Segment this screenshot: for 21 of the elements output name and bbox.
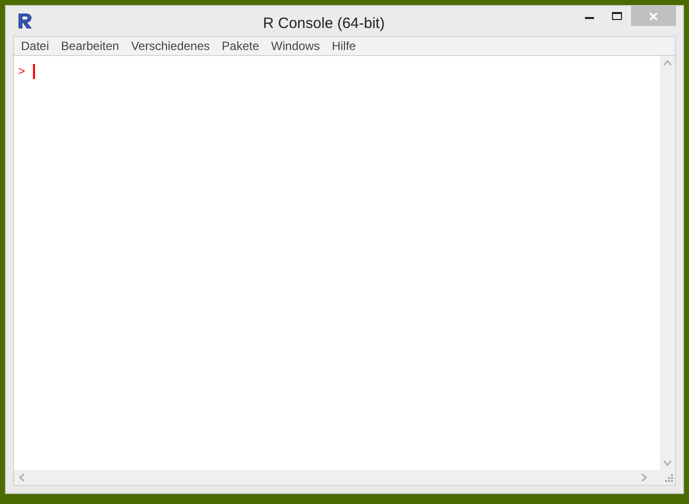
minimize-icon xyxy=(584,17,594,19)
console-area[interactable]: > xyxy=(14,56,660,470)
window-title: R Console (64-bit) xyxy=(263,14,385,34)
vertical-scrollbar[interactable] xyxy=(660,56,675,470)
scroll-right-icon[interactable] xyxy=(641,473,647,482)
scroll-up-icon[interactable] xyxy=(663,60,672,66)
r-logo-icon xyxy=(17,13,33,29)
console-prompt: > xyxy=(18,64,26,80)
menu-item[interactable]: Windows xyxy=(265,37,326,55)
scroll-left-icon[interactable] xyxy=(19,473,25,482)
menu-item[interactable]: Datei xyxy=(15,37,56,55)
maximize-icon xyxy=(612,12,622,20)
close-icon xyxy=(649,12,658,20)
menu-item[interactable]: Verschiedenes xyxy=(125,37,216,55)
horizontal-scrollbar[interactable] xyxy=(14,470,675,485)
scroll-down-icon[interactable] xyxy=(663,460,672,466)
menu-item[interactable]: Hilfe xyxy=(326,37,362,55)
menu-item[interactable]: Pakete xyxy=(216,37,266,55)
menu-item[interactable]: Bearbeiten xyxy=(55,37,126,55)
text-cursor xyxy=(33,64,36,79)
resize-grip-icon[interactable] xyxy=(665,474,673,482)
